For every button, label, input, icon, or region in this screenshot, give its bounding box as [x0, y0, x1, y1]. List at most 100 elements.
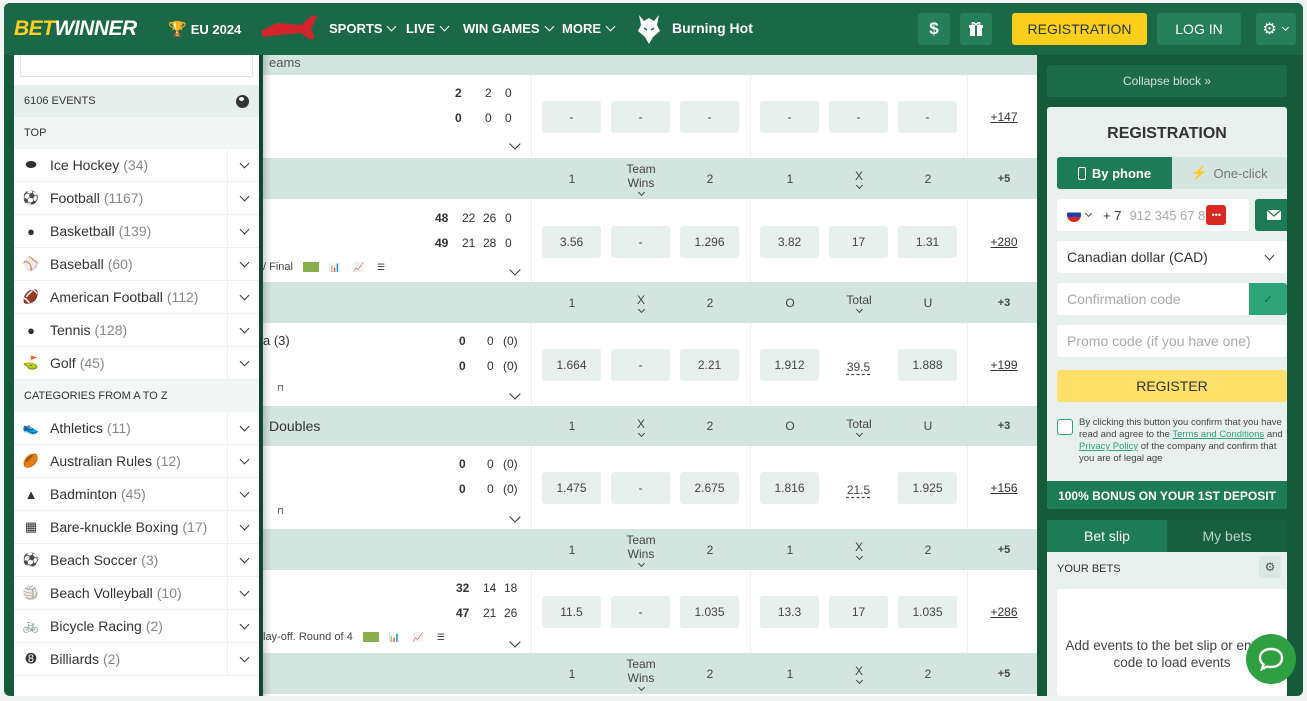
odds-button[interactable]: - [611, 101, 670, 133]
nav-win-games[interactable]: WIN GAMES [463, 21, 555, 36]
sidebar-item-baseball[interactable]: ⚾ Baseball (60) [14, 248, 259, 281]
phone-input[interactable]: 912 345 67 8 [1129, 208, 1205, 223]
tab-bet-slip[interactable]: Bet slip [1047, 520, 1167, 552]
sidebar-item-football[interactable]: ⚽ Football (1167) [14, 182, 259, 215]
stats-icon[interactable]: 📈 [413, 632, 427, 642]
dragon-icon[interactable] [636, 13, 662, 45]
expand-sport-button[interactable] [227, 182, 259, 214]
odds-button[interactable]: - [611, 596, 670, 628]
sidebar-item-tennis[interactable]: ● Tennis (128) [14, 314, 259, 347]
nav-sports[interactable]: SPORTS [329, 21, 397, 36]
podium-icon[interactable]: ⊓ [277, 383, 291, 393]
total-line-value[interactable]: 39.5 [829, 351, 888, 383]
column-header[interactable]: X [606, 406, 676, 446]
field-icon[interactable] [362, 632, 379, 642]
confirmation-code-input[interactable]: Confirmation code [1057, 283, 1249, 315]
event-row[interactable]: a (3) 0 0 (0) 0 0 (0) ⊓ 1.664 - 2.21 1.9… [263, 323, 1037, 406]
total-line-value[interactable]: 21.5 [829, 474, 888, 506]
odds-button[interactable]: 1.888 [898, 349, 957, 381]
odds-button[interactable]: 13.3 [760, 596, 819, 628]
sidebar-item-bicycle-racing[interactable]: 🚲 Bicycle Racing (2) [14, 610, 259, 643]
more-markets-link[interactable]: +199 [969, 358, 1037, 372]
chevron-down-icon[interactable] [1084, 209, 1093, 217]
chat-button[interactable] [1246, 634, 1296, 684]
expand-sport-button[interactable] [227, 149, 259, 181]
podium-icon[interactable]: ⊓ [277, 506, 291, 516]
odds-button[interactable]: - [611, 349, 670, 381]
eu-2024-link[interactable]: 🏆 EU 2024 [168, 20, 241, 38]
odds-button[interactable]: - [680, 101, 739, 133]
currency-select[interactable]: Canadian dollar (CAD) [1057, 241, 1287, 273]
odds-button[interactable]: 3.56 [542, 226, 601, 258]
sidebar-item-american-football[interactable]: 🏈 American Football (112) [14, 281, 259, 314]
odds-button[interactable]: 1.31 [898, 226, 957, 258]
sidebar-item-australian-rules[interactable]: 🏉 Australian Rules (12) [14, 445, 259, 478]
russia-flag-icon[interactable] [1067, 208, 1081, 222]
odds-button[interactable]: - [898, 101, 957, 133]
aviator-plane-icon[interactable] [257, 13, 319, 43]
odds-button[interactable]: - [611, 226, 670, 258]
column-header[interactable]: Team Wins [606, 653, 676, 694]
odds-button[interactable]: 1.296 [680, 226, 739, 258]
odds-button[interactable]: 17 [829, 596, 888, 628]
registration-button[interactable]: REGISTRATION [1012, 13, 1147, 45]
tab-my-bets[interactable]: My bets [1167, 520, 1287, 552]
event-row[interactable]: 2 2 0 0 0 0 - - - - - - +147 [263, 75, 1037, 158]
event-row[interactable]: 0 0 (0) 0 0 (0) ⊓ 1.475 - 2.675 1.816 21… [263, 446, 1037, 529]
confirm-code-button[interactable]: ✓ [1249, 283, 1287, 315]
odds-button[interactable]: 11.5 [542, 596, 601, 628]
email-toggle-button[interactable] [1255, 199, 1287, 231]
event-row[interactable]: 48 22 26 0 49 21 28 0 / Final 📊 📈 ☰ 3.56… [263, 199, 1037, 282]
sidebar-item-basketball[interactable]: ● Basketball (139) [14, 215, 259, 248]
odds-button[interactable]: 3.82 [760, 226, 819, 258]
odds-button[interactable]: 1.664 [542, 349, 601, 381]
terms-link[interactable]: Terms and Conditions [1172, 429, 1264, 440]
expand-sport-button[interactable] [227, 445, 259, 477]
bet-slip-settings-button[interactable]: ⚙ [1259, 556, 1281, 578]
expand-sport-button[interactable] [227, 643, 259, 675]
expand-sport-button[interactable] [227, 215, 259, 247]
expand-event-button[interactable] [508, 508, 521, 526]
sidebar-item-golf[interactable]: ⛳ Golf (45) [14, 347, 259, 380]
expand-event-button[interactable] [508, 633, 521, 651]
column-header[interactable]: X [606, 282, 676, 323]
phone-field[interactable]: + 7 912 345 67 8 ••• [1057, 199, 1249, 231]
nav-more[interactable]: MORE [562, 21, 616, 36]
odds-button[interactable]: 2.675 [680, 472, 739, 504]
odds-button[interactable]: 1.035 [898, 596, 957, 628]
column-header[interactable]: Team Wins [606, 529, 676, 570]
burning-hot-link[interactable]: Burning Hot [672, 20, 753, 36]
settings-button[interactable]: ⚙ [1256, 13, 1296, 45]
column-header[interactable]: X [824, 653, 894, 694]
collapse-block-button[interactable]: Collapse block » [1047, 65, 1287, 97]
sidebar-item-beach-soccer[interactable]: ⚽ Beach Soccer (3) [14, 544, 259, 577]
more-markets-link[interactable]: +156 [969, 481, 1037, 495]
odds-button[interactable]: 2.21 [680, 349, 739, 381]
odds-button[interactable]: 1.912 [760, 349, 819, 381]
expand-sport-button[interactable] [227, 248, 259, 280]
column-header[interactable]: X [824, 158, 894, 199]
password-manager-icon[interactable]: ••• [1206, 205, 1227, 225]
column-header[interactable]: Team Wins [606, 158, 676, 199]
login-button[interactable]: LOG IN [1157, 13, 1241, 45]
betwinner-logo[interactable]: BETWINNER [14, 17, 137, 41]
expand-sport-button[interactable] [227, 544, 259, 576]
odds-button[interactable]: 1.925 [898, 472, 957, 504]
expand-sport-button[interactable] [227, 610, 259, 642]
expand-sport-button[interactable] [227, 577, 259, 609]
expand-sport-button[interactable] [227, 314, 259, 346]
odds-button[interactable]: - [760, 101, 819, 133]
sidebar-item-beach-volleyball[interactable]: 🏐 Beach Volleyball (10) [14, 577, 259, 610]
expand-event-button[interactable] [508, 261, 521, 279]
sidebar-item-badminton[interactable]: ▲ Badminton (45) [14, 478, 259, 511]
bar-chart-icon[interactable]: 📊 [329, 262, 343, 272]
sidebar-search-input[interactable] [20, 55, 253, 77]
deposit-button[interactable]: $ [918, 13, 950, 45]
column-header[interactable]: Total [824, 282, 894, 323]
field-icon[interactable] [302, 262, 319, 272]
expand-sport-button[interactable] [227, 412, 259, 444]
bonus-banner[interactable]: 100% BONUS ON YOUR 1ST DEPOSIT [1047, 481, 1287, 509]
odds-button[interactable]: 1.816 [760, 472, 819, 504]
register-button[interactable]: REGISTER [1057, 370, 1287, 402]
odds-button[interactable]: 1.035 [680, 596, 739, 628]
